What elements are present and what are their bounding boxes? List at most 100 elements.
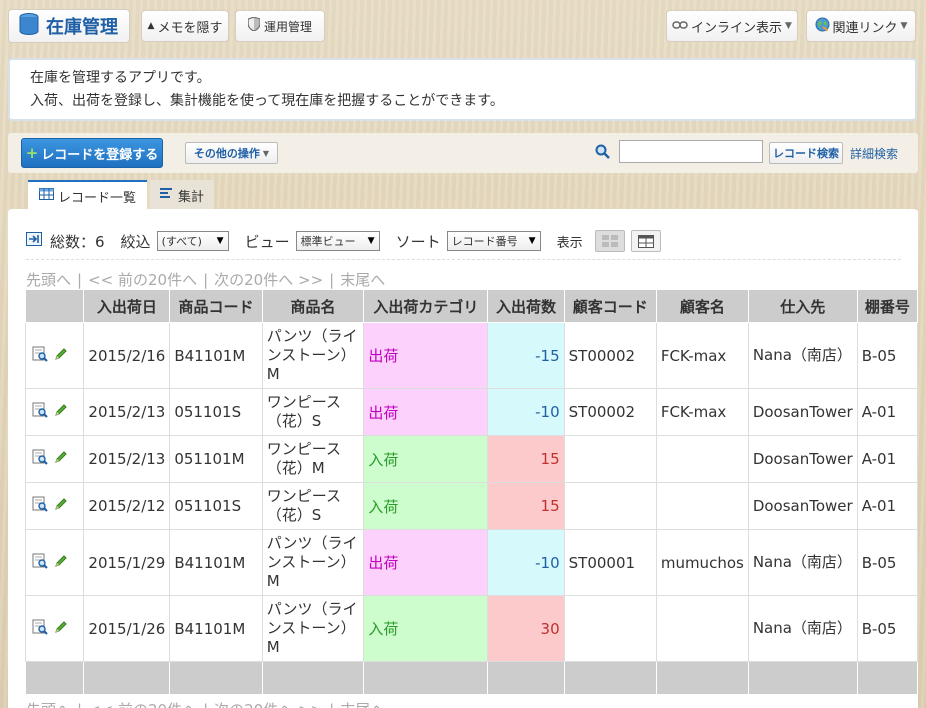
edit-pencil-icon[interactable] <box>54 620 68 638</box>
other-operations-button[interactable]: その他の操作 ▼ <box>185 142 278 164</box>
view-details-icon[interactable] <box>32 496 48 516</box>
edit-pencil-icon[interactable] <box>54 554 68 572</box>
edit-pencil-icon[interactable] <box>54 497 68 515</box>
export-icon[interactable] <box>26 232 42 250</box>
cell-product-name: パンツ（ラインストーン）M <box>261 322 365 389</box>
shield-icon <box>247 16 261 35</box>
app-admin-label: 運用管理 <box>263 19 312 34</box>
column-header-shelf[interactable]: 棚番号 <box>856 289 919 323</box>
column-header-category[interactable]: 入出荷カテゴリ <box>363 289 489 323</box>
app-title-text: 在庫管理 <box>46 17 118 38</box>
column-header-product-code[interactable]: 商品コード <box>169 289 263 323</box>
description-line-1: 在庫を管理するアプリです。 <box>30 70 211 86</box>
view-details-icon[interactable] <box>32 553 48 573</box>
keyword-search-input[interactable] <box>619 140 763 163</box>
record-search-button[interactable]: レコード検索 <box>769 142 843 164</box>
pager-prev-link[interactable]: << 前の20件へ <box>88 701 197 708</box>
app-admin-button[interactable]: 運用管理 <box>235 10 325 42</box>
bar-chart-icon <box>159 187 174 203</box>
related-links-label: 関連リンク <box>832 20 898 36</box>
filter-select[interactable]: (すべて) ▼ <box>156 231 229 251</box>
column-header-quantity[interactable]: 入出荷数 <box>487 289 565 323</box>
cell-customer-code: ST00002 <box>563 322 657 389</box>
table-row[interactable]: 2015/1/26 B41101M パンツ（ラインストーン）M 入荷 30 Nana（南店… <box>24 595 919 662</box>
tab-record-list[interactable]: レコード一覧 <box>28 180 147 210</box>
cell-product-name: ワンピース（花）M <box>261 435 365 483</box>
pager-first-link[interactable]: 先頭へ <box>26 701 71 708</box>
hide-memo-label: メモを隠す <box>157 20 223 36</box>
tab-summary[interactable]: 集計 <box>150 180 214 210</box>
view-details-icon[interactable] <box>32 402 48 422</box>
table-row[interactable]: 2015/2/12 051101S ワンピース（花）S 入荷 15 DoosanTower… <box>24 482 919 530</box>
pager-prev-link[interactable]: << 前の20件へ <box>88 271 197 289</box>
view-select-value: 標準ビュー <box>300 235 356 248</box>
pager-next-link[interactable]: 次の20件へ >> <box>214 271 323 289</box>
cell-customer-name <box>655 482 749 530</box>
chevron-down-icon: ▼ <box>216 236 224 246</box>
edit-pencil-icon[interactable] <box>54 450 68 468</box>
cell-supplier: Nana（南店） <box>747 529 858 596</box>
cell-customer-code <box>563 435 657 483</box>
cell-category: 入荷 <box>363 435 489 483</box>
cell-product-code: B41101M <box>169 595 263 662</box>
view-details-icon[interactable] <box>32 449 48 469</box>
app-description: 在庫を管理するアプリです。 入荷、出荷を登録し、集計機能を使って現在庫を把握する… <box>8 58 917 121</box>
pager-last-link[interactable]: 末尾へ <box>340 271 385 289</box>
table-header-row: 入出荷日 商品コード 商品名 入出荷カテゴリ 入出荷数 顧客コード 顧客名 仕入… <box>24 289 919 323</box>
cell-customer-name <box>655 435 749 483</box>
column-header-product-name[interactable]: 商品名 <box>261 289 365 323</box>
cell-customer-code <box>563 595 657 662</box>
chevron-down-icon: ▼ <box>367 236 375 246</box>
divider <box>26 259 901 260</box>
cell-date: 2015/2/13 <box>83 435 171 483</box>
records-table: 入出荷日 商品コード 商品名 入出荷カテゴリ 入出荷数 顧客コード 顧客名 仕入… <box>24 289 919 695</box>
pager-next-link[interactable]: 次の20件へ >> <box>214 701 323 708</box>
cell-quantity: 30 <box>487 595 565 662</box>
table-row[interactable]: 2015/1/29 B41101M パンツ（ラインストーン）M 出荷 -10 ST0000… <box>24 529 919 596</box>
add-record-button[interactable]: + レコードを登録する <box>21 138 163 168</box>
table-row[interactable]: 2015/2/13 051101S ワンピース（花）S 出荷 -10 ST00002 FCK… <box>24 388 919 436</box>
related-links-button[interactable]: 関連リンク ▼ <box>806 10 916 42</box>
row-actions <box>24 322 85 389</box>
column-header-customer-code[interactable]: 顧客コード <box>563 289 657 323</box>
view-select[interactable]: 標準ビュー ▼ <box>295 231 380 251</box>
chevron-down-icon: ▼ <box>528 236 536 246</box>
cell-product-code: B41101M <box>169 529 263 596</box>
table-footer-row <box>24 661 919 695</box>
edit-pencil-icon[interactable] <box>54 403 68 421</box>
sort-select[interactable]: レコード番号 ▼ <box>446 231 541 251</box>
inline-view-button[interactable]: インライン表示 ▼ <box>666 10 798 42</box>
cell-customer-code <box>563 482 657 530</box>
cell-category: 出荷 <box>363 529 489 596</box>
cell-quantity: -15 <box>487 322 565 389</box>
view-details-icon[interactable] <box>32 619 48 639</box>
cell-supplier: DoosanTower <box>747 482 858 530</box>
tab-summary-label: 集計 <box>177 189 204 205</box>
cell-category: 入荷 <box>363 595 489 662</box>
view-controls: 総数：6 絞込 (すべて) ▼ ビュー 標準ビュー ▼ ソート レコード番号 ▼… <box>26 230 661 252</box>
table-view-icon[interactable] <box>630 230 661 252</box>
cell-shelf: A-01 <box>856 435 919 483</box>
hide-memo-button[interactable]: ▲ メモを隠す <box>141 10 229 42</box>
edit-pencil-icon[interactable] <box>54 347 68 365</box>
advanced-search-link[interactable]: 詳細検索 <box>850 145 898 162</box>
card-view-icon[interactable] <box>594 230 625 252</box>
view-details-icon[interactable] <box>32 346 48 366</box>
table-row[interactable]: 2015/2/13 051101M ワンピース（花）M 入荷 15 DoosanTower… <box>24 435 919 483</box>
column-header-supplier[interactable]: 仕入先 <box>747 289 858 323</box>
column-header-customer-name[interactable]: 顧客名 <box>655 289 749 323</box>
cell-supplier: DoosanTower <box>747 388 858 436</box>
cell-shelf: B-05 <box>856 529 919 596</box>
cell-category: 出荷 <box>363 388 489 436</box>
column-header-date[interactable]: 入出荷日 <box>83 289 171 323</box>
cell-quantity: -10 <box>487 388 565 436</box>
table-row[interactable]: 2015/2/16 B41101M パンツ（ラインストーン）M 出荷 -15 ST0000… <box>24 322 919 389</box>
cell-quantity: 15 <box>487 482 565 530</box>
actions-column-header <box>24 289 85 323</box>
pager-last-link[interactable]: 末尾へ <box>340 701 385 708</box>
cell-customer-name: FCK-max <box>655 388 749 436</box>
row-actions <box>24 595 85 662</box>
pager-first-link[interactable]: 先頭へ <box>26 271 71 289</box>
app-title[interactable]: 在庫管理 <box>8 9 130 43</box>
cell-product-code: 051101M <box>169 435 263 483</box>
